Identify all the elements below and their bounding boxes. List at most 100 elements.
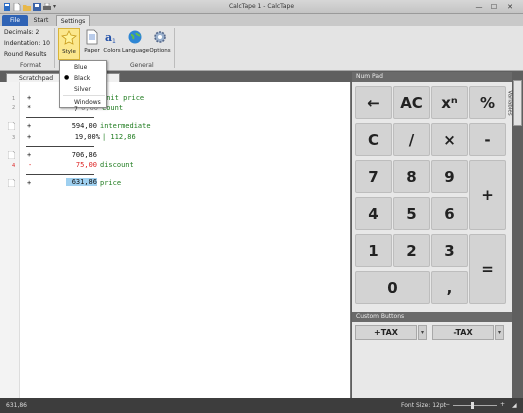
variables-tab[interactable]: Variables <box>507 80 522 126</box>
key-5[interactable]: 5 <box>393 197 430 230</box>
tab-settings[interactable]: Settings <box>56 15 90 26</box>
tax-minus-dropdown-icon[interactable]: ▾ <box>495 325 504 340</box>
backspace-key[interactable]: ← <box>355 86 392 119</box>
value: 19,00% <box>74 133 100 141</box>
key-2[interactable]: 2 <box>393 234 430 267</box>
paper-button[interactable]: Paper <box>81 28 103 60</box>
operator: - <box>28 161 33 169</box>
close-button[interactable]: ✕ <box>504 2 516 12</box>
comment: discount <box>100 161 134 169</box>
line-number: 1 <box>12 96 16 102</box>
style-icon <box>61 30 77 45</box>
language-globe-icon <box>128 30 142 44</box>
all-clear-key[interactable]: AC <box>393 86 430 119</box>
ribbon-tabs: File Start Settings <box>0 14 523 26</box>
line-number: 2 <box>12 105 16 111</box>
status-result: 631,86 <box>6 402 27 409</box>
custom-buttons-title: Custom Buttons <box>352 312 512 322</box>
line-number: 3 <box>12 135 16 141</box>
result-icon <box>8 122 15 130</box>
general-group-label: General <box>130 62 154 69</box>
comment: | 112,86 <box>102 133 136 141</box>
language-label: Language <box>122 48 150 54</box>
line-number: 4 <box>12 163 16 169</box>
comma-key[interactable]: , <box>431 271 468 304</box>
tab-start[interactable]: Start <box>30 15 52 26</box>
style-button[interactable]: Style <box>58 28 80 60</box>
maximize-button[interactable]: ☐ <box>488 2 500 12</box>
group-divider <box>54 28 55 68</box>
indentation-setting[interactable]: Indentation: 10 <box>4 40 50 47</box>
value: 706,86 <box>71 151 97 159</box>
options-gear-icon <box>154 31 166 43</box>
style-option-silver[interactable]: Silver <box>74 86 91 93</box>
variables-label: Variables <box>506 90 513 116</box>
decimals-setting[interactable]: Decimals: 2 <box>4 29 39 36</box>
key-0[interactable]: 0 <box>355 271 430 304</box>
options-label: Options <box>149 48 171 54</box>
minimize-button[interactable]: — <box>473 2 485 12</box>
options-button[interactable]: Options <box>148 28 172 60</box>
comment: price <box>100 179 122 187</box>
colors-label: Colors <box>103 48 121 54</box>
tax-minus-button[interactable]: -TAX <box>432 325 494 340</box>
operator: + <box>27 179 32 187</box>
font-size-status: Font Size: 12pt <box>401 402 447 409</box>
key-4[interactable]: 4 <box>355 197 392 230</box>
style-menu: Blue ● Black Silver Windows 7 <box>59 60 107 113</box>
comment: intermediate <box>100 122 151 130</box>
paper-label: Paper <box>84 48 100 54</box>
key-9[interactable]: 9 <box>431 160 468 193</box>
round-results-setting[interactable]: Round Results <box>4 51 47 58</box>
result-icon <box>8 151 15 159</box>
operator: + <box>27 122 32 130</box>
operator: + <box>27 151 32 159</box>
zoom-out-icon[interactable]: − <box>445 401 450 408</box>
calctape-window: ▾ CalcTape 1 - CalcTape — ☐ ✕ File Start… <box>0 0 523 413</box>
percent-key[interactable]: % <box>469 86 506 119</box>
style-option-windows7[interactable]: Windows 7 <box>74 99 106 113</box>
subtotal-line <box>26 117 94 118</box>
resize-grip-icon[interactable]: ◢ <box>512 402 517 409</box>
paper-icon <box>86 29 98 45</box>
num-pad-title: Num Pad <box>352 72 512 82</box>
language-button[interactable]: Language <box>122 28 150 60</box>
zoom-slider-thumb[interactable] <box>471 402 474 409</box>
status-bar: 631,86 Font Size: 12pt − + ◢ <box>0 398 523 413</box>
menu-divider <box>63 95 105 96</box>
value: 631,86 <box>66 178 97 186</box>
subtotal-line <box>26 146 94 147</box>
tab-file[interactable]: File <box>2 15 28 26</box>
multiply-key[interactable]: × <box>431 123 468 156</box>
power-key[interactable]: xⁿ <box>431 86 468 119</box>
tape-editor[interactable]: 1 + unit price 2 * 0,00 count + 594,00 i… <box>0 82 351 398</box>
colors-icon: a1 <box>105 31 116 45</box>
subtotal-line <box>26 174 94 175</box>
tax-plus-dropdown-icon[interactable]: ▾ <box>418 325 427 340</box>
key-6[interactable]: 6 <box>431 197 468 230</box>
clear-key[interactable]: C <box>355 123 392 156</box>
tax-plus-button[interactable]: +TAX <box>355 325 417 340</box>
divide-key[interactable]: / <box>393 123 430 156</box>
value: 75,00 <box>75 161 97 169</box>
zoom-slider[interactable] <box>453 405 497 406</box>
key-7[interactable]: 7 <box>355 160 392 193</box>
operator: + <box>27 133 32 141</box>
style-option-black[interactable]: Black <box>74 75 90 82</box>
format-group-label: Format <box>20 62 42 69</box>
style-option-blue[interactable]: Blue <box>74 64 87 71</box>
key-8[interactable]: 8 <box>393 160 430 193</box>
plus-key[interactable]: + <box>469 160 506 230</box>
equals-key[interactable]: = <box>469 234 506 304</box>
minus-key[interactable]: - <box>469 123 506 156</box>
operator: + <box>27 94 32 102</box>
colors-button[interactable]: a1 Colors <box>101 28 123 60</box>
key-3[interactable]: 3 <box>431 234 468 267</box>
title-bar: ▾ CalcTape 1 - CalcTape — ☐ ✕ <box>0 0 523 14</box>
comment: unit price <box>102 94 145 102</box>
zoom-in-icon[interactable]: + <box>500 401 505 408</box>
value: 594,00 <box>71 122 97 130</box>
key-1[interactable]: 1 <box>355 234 392 267</box>
group-divider <box>174 28 175 68</box>
window-title: CalcTape 1 - CalcTape <box>228 3 295 10</box>
